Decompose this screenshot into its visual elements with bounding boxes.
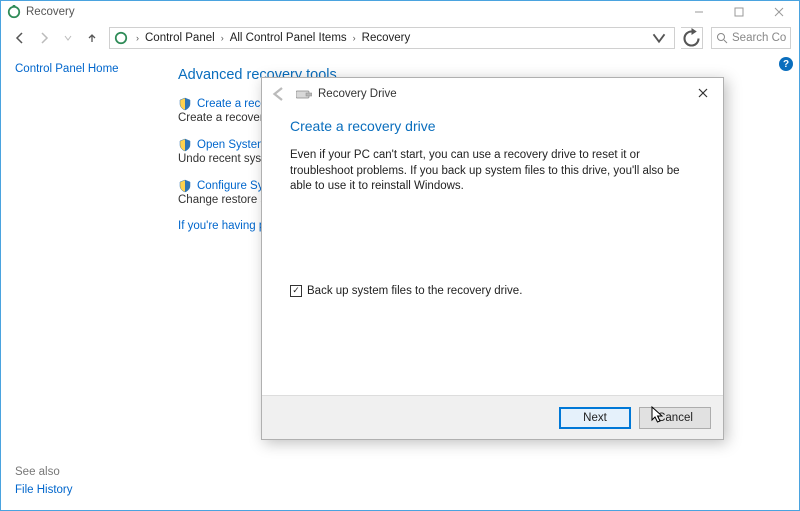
nav-row: › Control Panel › All Control Panel Item… bbox=[1, 23, 799, 53]
backup-checkbox-label: Back up system files to the recovery dri… bbox=[307, 285, 522, 297]
dialog-header-text: Recovery Drive bbox=[318, 88, 397, 100]
file-history-link[interactable]: File History bbox=[15, 484, 73, 496]
dialog-body: Create a recovery drive Even if your PC … bbox=[262, 106, 723, 395]
dialog-back-button[interactable] bbox=[270, 85, 288, 103]
recovery-drive-dialog: Recovery Drive Create a recovery drive E… bbox=[261, 77, 724, 440]
titlebar: Recovery bbox=[1, 1, 799, 23]
system-buttons bbox=[679, 1, 799, 23]
recovery-title-icon bbox=[7, 5, 21, 19]
nav-up-button[interactable] bbox=[81, 27, 103, 49]
refresh-button[interactable] bbox=[681, 27, 703, 49]
see-also-label: See also bbox=[15, 466, 73, 478]
nav-recent-dropdown[interactable] bbox=[57, 27, 79, 49]
shield-icon bbox=[178, 179, 192, 193]
chevron-right-icon: › bbox=[132, 33, 143, 43]
backup-checkbox-row[interactable]: ✓ Back up system files to the recovery d… bbox=[290, 285, 695, 297]
drive-icon bbox=[296, 88, 312, 100]
breadcrumb-all-items[interactable]: All Control Panel Items bbox=[228, 32, 349, 44]
dialog-close-button[interactable] bbox=[685, 81, 721, 105]
window-title: Recovery bbox=[26, 6, 75, 18]
search-placeholder: Search Co... bbox=[732, 32, 786, 44]
chevron-right-icon: › bbox=[217, 33, 228, 43]
shield-icon bbox=[178, 97, 192, 111]
address-dropdown[interactable] bbox=[648, 28, 670, 48]
breadcrumb-recovery[interactable]: Recovery bbox=[360, 32, 413, 44]
address-bar[interactable]: › Control Panel › All Control Panel Item… bbox=[109, 27, 675, 49]
sidebar: Control Panel Home bbox=[1, 53, 158, 510]
dialog-header: Recovery Drive bbox=[262, 78, 723, 106]
nav-back-button[interactable] bbox=[9, 27, 31, 49]
control-panel-home-link[interactable]: Control Panel Home bbox=[15, 63, 144, 75]
see-also: See also File History bbox=[15, 466, 73, 496]
search-input[interactable]: Search Co... bbox=[711, 27, 791, 49]
chevron-right-icon: › bbox=[349, 33, 360, 43]
search-icon bbox=[716, 32, 728, 44]
dialog-footer: Next Cancel bbox=[262, 395, 723, 439]
shield-icon bbox=[178, 138, 192, 152]
dialog-description: Even if your PC can't start, you can use… bbox=[290, 148, 695, 195]
recovery-window: Recovery › Control Panel › All Control P… bbox=[0, 0, 800, 511]
close-button[interactable] bbox=[759, 1, 799, 23]
control-panel-icon bbox=[114, 31, 128, 45]
minimize-button[interactable] bbox=[679, 1, 719, 23]
backup-checkbox[interactable]: ✓ bbox=[290, 285, 302, 297]
breadcrumb-control-panel[interactable]: Control Panel bbox=[143, 32, 217, 44]
next-button[interactable]: Next bbox=[559, 407, 631, 429]
dialog-title: Create a recovery drive bbox=[290, 118, 695, 134]
cancel-button[interactable]: Cancel bbox=[639, 407, 711, 429]
maximize-button[interactable] bbox=[719, 1, 759, 23]
nav-forward-button[interactable] bbox=[33, 27, 55, 49]
